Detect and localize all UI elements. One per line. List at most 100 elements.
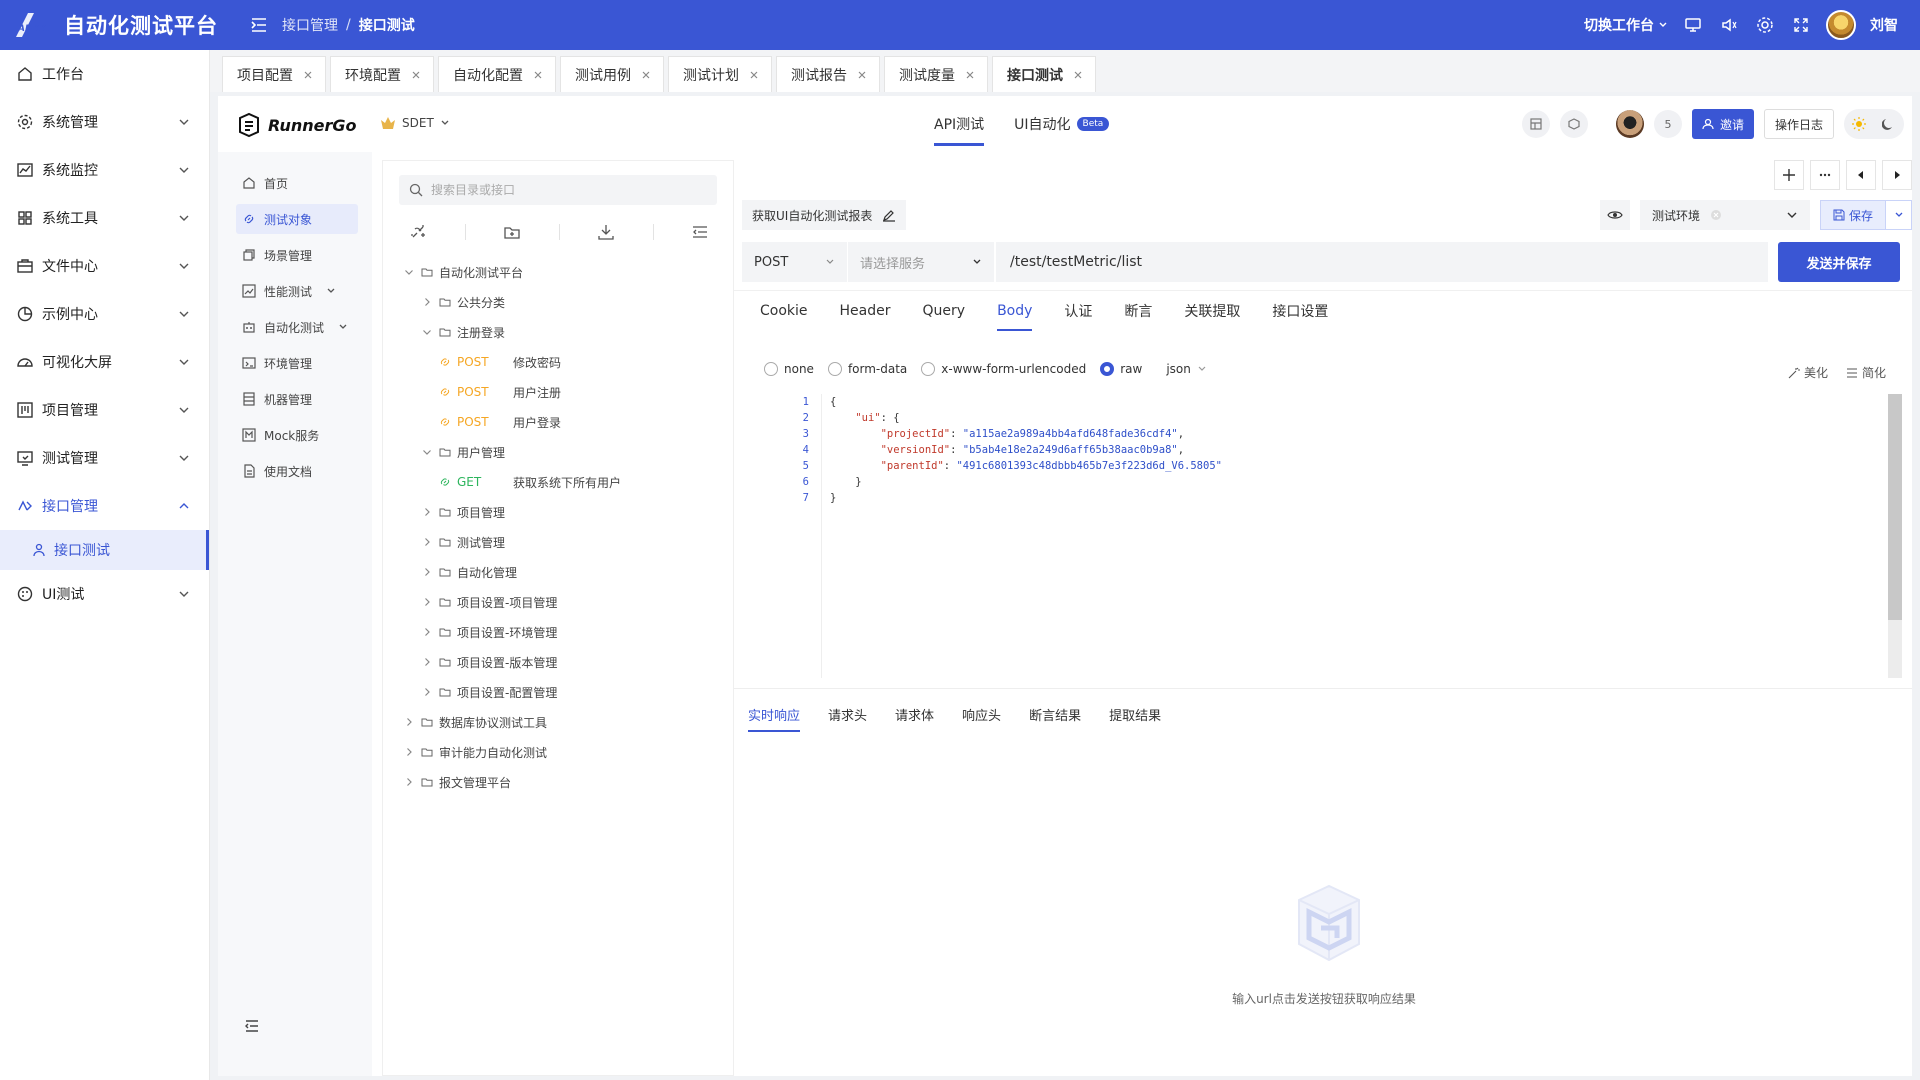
cube-icon[interactable] [1559, 110, 1588, 138]
tab-header[interactable]: Header [840, 291, 891, 331]
radio-circle[interactable] [921, 362, 936, 376]
tab-ui-automation[interactable]: UI自动化 Beta [1014, 96, 1110, 152]
sidebar-item-test-mgmt[interactable]: 测试管理 [0, 434, 209, 482]
tab-assertion-results[interactable]: 断言结果 [1029, 696, 1081, 732]
tree-folder[interactable]: 审计能力自动化测试 [399, 737, 729, 767]
chevron-down-icon[interactable] [421, 446, 433, 458]
sidebar-item-tools[interactable]: 系统工具 [0, 194, 209, 242]
tab-auth[interactable]: 认证 [1064, 291, 1092, 331]
speaker-icon[interactable] [1718, 14, 1740, 36]
chevron-right-icon[interactable] [421, 686, 433, 698]
chevron-right-icon[interactable] [421, 566, 433, 578]
nav-performance[interactable]: 性能测试 [236, 276, 358, 306]
nav-mock[interactable]: Mock服务 [236, 420, 358, 450]
next-tab-button[interactable] [1882, 160, 1912, 190]
env-preview-button[interactable] [1599, 200, 1630, 230]
tab-live-response[interactable]: 实时响应 [748, 696, 801, 732]
tab-body[interactable]: Body [997, 291, 1033, 331]
member-count[interactable]: 5 [1653, 110, 1682, 138]
sidebar-item-examples[interactable]: 示例中心 [0, 290, 209, 338]
sidebar-item-system[interactable]: 系统管理 [0, 98, 209, 146]
tab-api-testing[interactable]: API测试 [934, 96, 985, 152]
tab-api-settings[interactable]: 接口设置 [1272, 291, 1328, 331]
tree-search-input[interactable] [431, 183, 711, 197]
api-name[interactable]: 获取UI自动化测试报表 [742, 200, 907, 230]
nav-environments[interactable]: 环境管理 [236, 348, 358, 378]
nav-automation[interactable]: 自动化测试 [236, 312, 358, 342]
clear-icon[interactable] [1710, 209, 1722, 221]
chevron-right-icon[interactable] [403, 746, 415, 758]
code-scrollbar[interactable] [1888, 394, 1902, 678]
tree-folder[interactable]: 数据库协议测试工具 [399, 707, 729, 737]
tab-extract-results[interactable]: 提取结果 [1109, 696, 1161, 732]
invite-button[interactable]: 邀请 [1691, 109, 1754, 139]
add-folder-icon[interactable] [503, 223, 521, 241]
code-editor[interactable]: 1 2 3 4 5 6 7 { "ui": { "projectId": "a1… [764, 394, 1882, 678]
tree-folder[interactable]: 自动化测试平台 [399, 257, 729, 287]
radio-urlencoded[interactable]: x-www-form-urlencoded [921, 362, 1086, 376]
tree-folder[interactable]: 项目设置-配置管理 [399, 677, 729, 707]
chevron-right-icon[interactable] [421, 656, 433, 668]
tree-folder[interactable]: 项目管理 [399, 497, 729, 527]
chevron-right-icon[interactable] [421, 626, 433, 638]
switch-workspace-button[interactable]: 切换工作台 [1584, 15, 1668, 35]
service-select[interactable]: 请选择服务 [848, 242, 994, 282]
nav-test-objects[interactable]: 测试对象 [236, 204, 358, 234]
chevron-right-icon[interactable] [403, 776, 415, 788]
save-dropdown-button[interactable] [1886, 200, 1912, 230]
tab-response-headers[interactable]: 响应头 [962, 696, 1001, 732]
menu-toggle-icon[interactable] [248, 14, 270, 36]
radio-none[interactable]: none [764, 362, 814, 376]
body-format-select[interactable]: json [1166, 362, 1207, 376]
sidebar-item-api-mgmt[interactable]: 接口管理 [0, 482, 209, 530]
add-tab-button[interactable] [1774, 160, 1804, 190]
sidebar-item-workbench[interactable]: 工作台 [0, 50, 209, 98]
sidebar-item-dashboard[interactable]: 可视化大屏 [0, 338, 209, 386]
send-and-save-button[interactable]: 发送并保存 [1778, 242, 1900, 282]
nav-docs[interactable]: 使用文档 [236, 456, 358, 486]
tab-test-plan[interactable]: 测试计划 [668, 56, 772, 92]
sidebar-item-monitor[interactable]: 系统监控 [0, 146, 209, 194]
chevron-down-icon[interactable] [403, 266, 415, 278]
sun-icon[interactable] [1852, 117, 1866, 131]
tree-folder[interactable]: 项目设置-环境管理 [399, 617, 729, 647]
tree-folder[interactable]: 项目设置-项目管理 [399, 587, 729, 617]
import-icon[interactable] [597, 223, 615, 241]
sidebar-item-files[interactable]: 文件中心 [0, 242, 209, 290]
app-logo[interactable]: ANKKI [12, 10, 56, 40]
tree-api[interactable]: GET 获取系统下所有用户 [399, 467, 729, 497]
tab-assertion[interactable]: 断言 [1124, 291, 1152, 331]
tree-folder[interactable]: 用户管理 [399, 437, 729, 467]
prev-tab-button[interactable] [1846, 160, 1876, 190]
moon-icon[interactable] [1882, 117, 1896, 131]
breadcrumb-item[interactable]: 接口管理 [282, 15, 338, 35]
radio-form-data[interactable]: form-data [827, 362, 907, 376]
close-icon[interactable] [533, 70, 543, 80]
avatar[interactable] [1826, 10, 1856, 40]
user-name[interactable]: 刘智 [1870, 15, 1898, 35]
tab-extract[interactable]: 关联提取 [1184, 291, 1240, 331]
tree-folder[interactable]: 测试管理 [399, 527, 729, 557]
save-button[interactable]: 保存 [1819, 200, 1886, 230]
tab-query[interactable]: Query [923, 291, 966, 331]
simplify-button[interactable]: 简化 [1846, 364, 1886, 381]
close-icon[interactable] [857, 70, 867, 80]
close-icon[interactable] [965, 70, 975, 80]
tab-request-body[interactable]: 请求体 [895, 696, 934, 732]
tree-folder[interactable]: 项目设置-版本管理 [399, 647, 729, 677]
fullscreen-icon[interactable] [1790, 14, 1812, 36]
chevron-down-icon[interactable] [421, 326, 433, 338]
sidebar-item-projects[interactable]: 项目管理 [0, 386, 209, 434]
beautify-button[interactable]: 美化 [1788, 364, 1828, 381]
collapse-menu-icon[interactable] [244, 1018, 260, 1034]
url-input[interactable]: /test/testMetric/list [996, 242, 1768, 282]
chevron-right-icon[interactable] [421, 596, 433, 608]
more-button[interactable] [1810, 160, 1840, 190]
tab-test-cases[interactable]: 测试用例 [560, 56, 664, 92]
nav-scenes[interactable]: 场景管理 [236, 240, 358, 270]
tab-test-report[interactable]: 测试报告 [776, 56, 880, 92]
tab-cookie[interactable]: Cookie [760, 291, 808, 331]
tab-auto-config[interactable]: 自动化配置 [438, 56, 556, 92]
env-select[interactable]: 测试环境 [1639, 200, 1810, 230]
tab-test-metric[interactable]: 测试度量 [884, 56, 988, 92]
